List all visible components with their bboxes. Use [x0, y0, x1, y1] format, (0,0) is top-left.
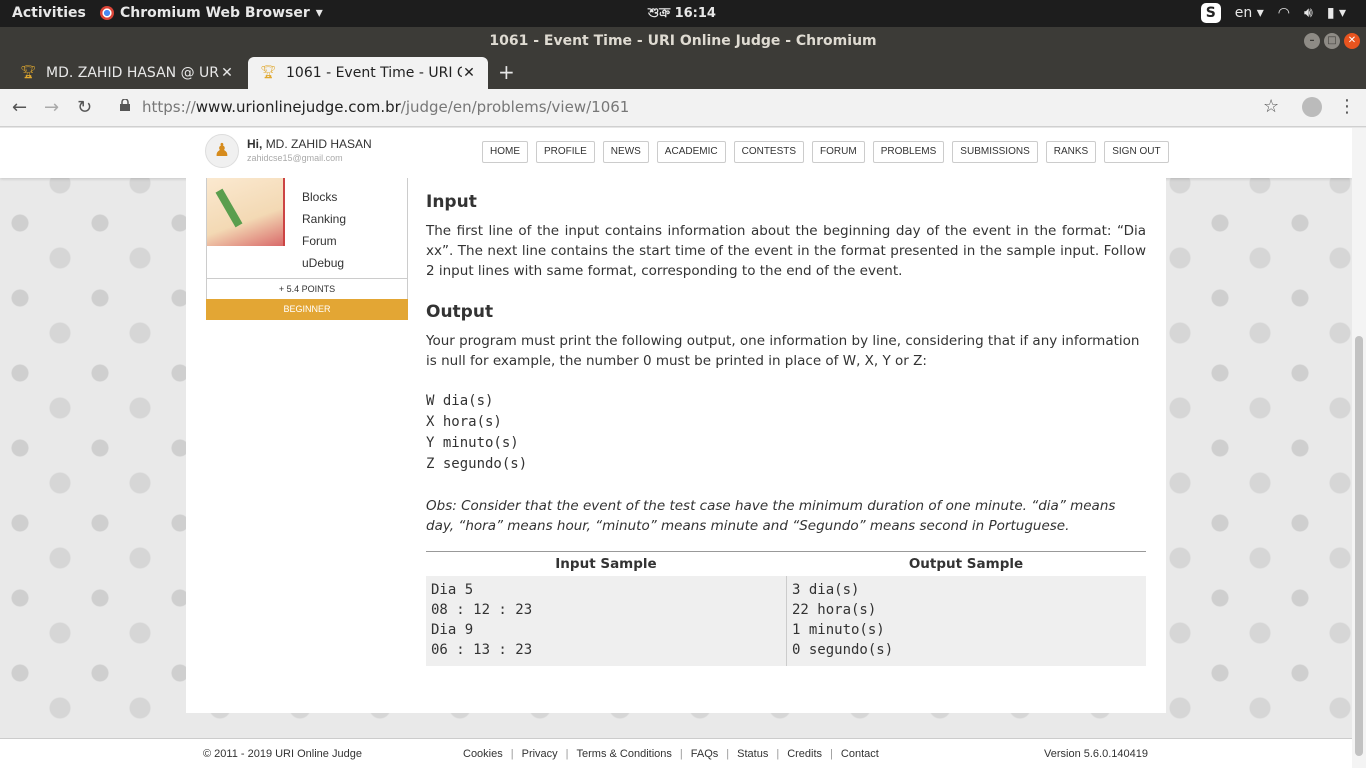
problem-sidebar: Blocks Ranking Forum uDebug + 5.4 POINTS… — [206, 178, 408, 320]
observation-note: Obs: Consider that the event of the test… — [426, 498, 1116, 534]
sidebar-link-ranking[interactable]: Ranking — [302, 208, 346, 230]
menu-ranks[interactable]: RANKS — [1045, 141, 1097, 163]
output-sample-header: Output Sample — [908, 556, 1024, 572]
skype-icon[interactable]: S — [1200, 3, 1221, 23]
footer-link-cookies[interactable]: Cookies — [463, 748, 503, 760]
maximize-icon[interactable]: □ — [1324, 33, 1340, 49]
window-controls: – □ ✕ — [1304, 33, 1360, 49]
tab-title: MD. ZAHID HASAN @ URI — [46, 65, 220, 81]
trophy-icon: 🏆︎ — [260, 65, 277, 80]
footer-links: Cookies | Privacy | Terms & Conditions | FA… — [463, 748, 879, 760]
sidebar-link-forum[interactable]: Forum — [302, 230, 346, 252]
version: Version 5.6.0.140419 — [1044, 748, 1148, 760]
output-line: Z segundo(s) — [426, 456, 528, 472]
menu-profile[interactable]: PROFILE — [536, 141, 595, 163]
tab-problem[interactable]: 🏆︎ 1061 - Event Time - URI On ✕ — [248, 57, 488, 89]
close-tab-icon[interactable]: ✕ — [220, 65, 234, 81]
menu-forum[interactable]: FORUM — [812, 141, 865, 163]
main-panel: Blocks Ranking Forum uDebug + 5.4 POINTS… — [186, 178, 1166, 713]
footer-link-privacy[interactable]: Privacy — [522, 748, 558, 760]
battery-icon[interactable]: ▮ ▾ — [1327, 5, 1346, 21]
scrollbar-thumb[interactable] — [1355, 336, 1363, 756]
output-sample: 3 dia(s) 22 hora(s) 1 minuto(s) 0 segund… — [786, 576, 1146, 666]
level-badge: BEGINNER — [206, 299, 408, 320]
chevron-down-icon: ▾ — [315, 5, 323, 21]
footer-link-terms[interactable]: Terms & Conditions — [577, 748, 672, 760]
site-menu: HOME PROFILE NEWS ACADEMIC CONTESTS FORU… — [482, 141, 1169, 163]
system-tray[interactable]: S en ▾ ◠ 🔊︎ ▮ ▾ — [1200, 3, 1346, 23]
footer-link-credits[interactable]: Credits — [787, 748, 822, 760]
tab-profile[interactable]: 🏆︎ MD. ZAHID HASAN @ URI ✕ — [8, 57, 246, 89]
output-line: W dia(s) — [426, 393, 494, 409]
window-title-bar: 1061 - Event Time - URI Online Judge - C… — [0, 27, 1366, 55]
sidebar-links: Blocks Ranking Forum uDebug — [302, 186, 346, 274]
copyright: © 2011 - 2019 URI Online Judge — [203, 748, 362, 760]
menu-sign-out[interactable]: SIGN OUT — [1104, 141, 1169, 163]
menu-news[interactable]: NEWS — [602, 141, 649, 163]
menu-home[interactable]: HOME — [482, 141, 528, 163]
forward-icon[interactable]: → — [44, 97, 59, 118]
system-top-bar: Activities Chromium Web Browser ▾ শুক্র … — [0, 0, 1366, 27]
site-header: ♟ Hi, MD. ZAHID HASAN zahidcse15@gmail.c… — [0, 128, 1352, 178]
footer-link-status[interactable]: Status — [737, 748, 768, 760]
reload-icon[interactable]: ↻ — [77, 97, 92, 118]
tab-strip: 🏆︎ MD. ZAHID HASAN @ URI ✕ 🏆︎ 1061 - Eve… — [0, 55, 1366, 89]
page-scrollbar[interactable] — [1352, 128, 1366, 768]
url-field[interactable]: https://www.urionlinejudge.com.br/judge/… — [142, 98, 629, 116]
output-line: X hora(s) — [426, 414, 502, 430]
window-title: 1061 - Event Time - URI Online Judge - C… — [489, 33, 877, 49]
samples-table: Input Sample Output Sample Dia 5 08 : 12… — [426, 551, 1146, 666]
input-sample-header: Input Sample — [555, 556, 657, 572]
menu-contests[interactable]: CONTESTS — [733, 141, 805, 163]
user-avatar[interactable]: ♟ — [205, 134, 239, 168]
lock-icon[interactable] — [120, 99, 130, 111]
menu-icon[interactable]: ⋮ — [1338, 96, 1356, 117]
close-icon[interactable]: ✕ — [1344, 33, 1360, 49]
points-badge: + 5.4 POINTS — [207, 278, 407, 299]
activities-button[interactable]: Activities — [12, 5, 86, 21]
menu-problems[interactable]: PROBLEMS — [872, 141, 945, 163]
new-tab-icon[interactable]: + — [498, 60, 515, 84]
sidebar-link-udebug[interactable]: uDebug — [302, 252, 346, 274]
wifi-icon[interactable]: ◠ — [1278, 5, 1290, 21]
output-heading: Output — [426, 302, 494, 322]
output-line: Y minuto(s) — [426, 435, 519, 451]
sidebar-link-blocks[interactable]: Blocks — [302, 186, 346, 208]
close-tab-icon[interactable]: ✕ — [462, 65, 476, 81]
page-viewport: ♟ Hi, MD. ZAHID HASAN zahidcse15@gmail.c… — [0, 128, 1352, 768]
volume-icon[interactable]: 🔊︎ — [1304, 5, 1313, 21]
app-menu[interactable]: Chromium Web Browser ▾ — [100, 5, 323, 21]
user-email: zahidcse15@gmail.com — [247, 153, 343, 163]
minimize-icon[interactable]: – — [1304, 33, 1320, 49]
menu-academic[interactable]: ACADEMIC — [656, 141, 726, 163]
footer-link-contact[interactable]: Contact — [841, 748, 879, 760]
clock[interactable]: শুক্র 16:14 — [648, 4, 716, 25]
back-icon[interactable]: ← — [12, 97, 27, 118]
language-indicator[interactable]: en ▾ — [1235, 5, 1264, 21]
app-name: Chromium Web Browser — [120, 5, 310, 21]
greeting: Hi, MD. ZAHID HASAN — [247, 137, 372, 151]
book-illustration — [207, 178, 285, 246]
navigation-bar: ← → ↻ https://www.urionlinejudge.com.br/… — [0, 89, 1366, 127]
account-avatar[interactable] — [1302, 97, 1322, 117]
tab-title: 1061 - Event Time - URI On — [286, 65, 462, 81]
input-heading: Input — [426, 192, 477, 212]
chromium-icon — [100, 6, 114, 20]
input-description: The first line of the input contains inf… — [426, 223, 1146, 279]
site-footer: © 2011 - 2019 URI Online Judge Cookies | … — [0, 738, 1352, 768]
input-sample: Dia 5 08 : 12 : 23 Dia 9 06 : 13 : 23 — [426, 576, 786, 666]
menu-submissions[interactable]: SUBMISSIONS — [952, 141, 1038, 163]
output-format: W dia(s) X hora(s) Y minuto(s) Z segundo… — [426, 391, 527, 475]
trophy-icon: 🏆︎ — [20, 65, 37, 80]
output-description: Your program must print the following ou… — [426, 333, 1140, 369]
bookmark-star-icon[interactable]: ☆ — [1263, 96, 1279, 117]
footer-link-faqs[interactable]: FAQs — [691, 748, 719, 760]
